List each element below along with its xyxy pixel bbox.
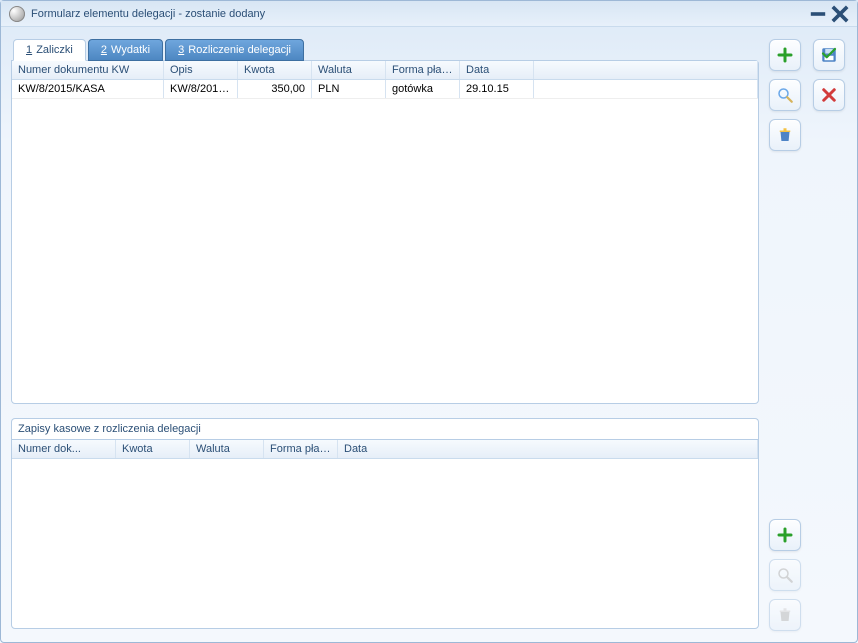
app-icon [9, 6, 25, 22]
cell-filler [534, 80, 758, 98]
main-column: 1 Zaliczki 2 Wydatki 3 Rozliczenie deleg… [11, 39, 759, 632]
grid-zapisy-wrapper: Zapisy kasowe z rozliczenia delegacji Nu… [11, 418, 759, 629]
grid2-body[interactable] [12, 459, 758, 628]
tab-rozliczenie[interactable]: 3 Rozliczenie delegacji [165, 39, 304, 61]
save-disk-icon [820, 46, 838, 64]
grid2-header: Numer dok... Kwota Waluta Forma płat... … [12, 440, 758, 459]
cancel-button[interactable] [813, 79, 845, 111]
add-button[interactable] [769, 39, 801, 71]
delete-button[interactable] [769, 119, 801, 151]
close-button[interactable] [831, 6, 849, 22]
trash-icon [776, 606, 794, 624]
grid-body[interactable]: KW/8/2015/KASA KW/8/2015... 350,00 PLN g… [12, 80, 758, 403]
cell-data: 29.10.15 [460, 80, 534, 98]
tab-label: Zaliczki [36, 44, 73, 56]
table-row[interactable]: KW/8/2015/KASA KW/8/2015... 350,00 PLN g… [12, 80, 758, 99]
column-header-waluta[interactable]: Waluta [312, 61, 386, 79]
cell-waluta: PLN [312, 80, 386, 98]
column-header-opis[interactable]: Opis [164, 61, 238, 79]
column-header-data[interactable]: Data [460, 61, 534, 79]
minimize-button[interactable] [809, 6, 827, 22]
cell-opis: KW/8/2015... [164, 80, 238, 98]
column-header-filler [534, 61, 758, 79]
grid-header: Numer dokumentu KW Opis Kwota Waluta For… [12, 61, 758, 80]
grid-zapisy-panel: Numer dok... Kwota Waluta Forma płat... … [11, 439, 759, 629]
cell-kwota: 350,00 [238, 80, 312, 98]
tab-prefix: 3 [178, 44, 184, 56]
toolbar-right [767, 39, 803, 632]
titlebar: Formularz elementu delegacji - zostanie … [1, 1, 857, 27]
save-button[interactable] [813, 39, 845, 71]
column-header-data2[interactable]: Data [338, 440, 758, 458]
tab-wydatki[interactable]: 2 Wydatki [88, 39, 163, 61]
grid-zaliczki-panel: Numer dokumentu KW Opis Kwota Waluta For… [11, 60, 759, 404]
column-header-forma-platnosci[interactable]: Forma płat... [386, 61, 460, 79]
column-header-numer-dok[interactable]: Numer dok... [12, 440, 116, 458]
tab-zaliczki[interactable]: 1 Zaliczki [13, 39, 86, 61]
column-header-forma-plat2[interactable]: Forma płat... [264, 440, 338, 458]
window-title: Formularz elementu delegacji - zostanie … [31, 8, 805, 20]
column-header-kwota[interactable]: Kwota [238, 61, 312, 79]
search-button[interactable] [769, 79, 801, 111]
cell-doc: KW/8/2015/KASA [12, 80, 164, 98]
column-header-numer-dokumentu[interactable]: Numer dokumentu KW [12, 61, 164, 79]
tab-prefix: 2 [101, 44, 107, 56]
cancel-x-icon [820, 86, 838, 104]
tab-bar: 1 Zaliczki 2 Wydatki 3 Rozliczenie deleg… [11, 39, 759, 61]
tab-label: Rozliczenie delegacji [188, 44, 291, 56]
column-header-kwota2[interactable]: Kwota [116, 440, 190, 458]
tab-prefix: 1 [26, 44, 32, 56]
grid-zapisy-title: Zapisy kasowe z rozliczenia delegacji [11, 418, 759, 439]
column-header-waluta2[interactable]: Waluta [190, 440, 264, 458]
add-button-2[interactable] [769, 519, 801, 551]
tab-label: Wydatki [111, 44, 150, 56]
plus-icon [776, 46, 794, 64]
search-button-2[interactable] [769, 559, 801, 591]
delete-button-2[interactable] [769, 599, 801, 631]
magnifier-icon [776, 86, 794, 104]
plus-icon [776, 526, 794, 544]
trash-icon [776, 126, 794, 144]
dialog-buttons [811, 39, 847, 632]
magnifier-icon [776, 566, 794, 584]
cell-forma: gotówka [386, 80, 460, 98]
